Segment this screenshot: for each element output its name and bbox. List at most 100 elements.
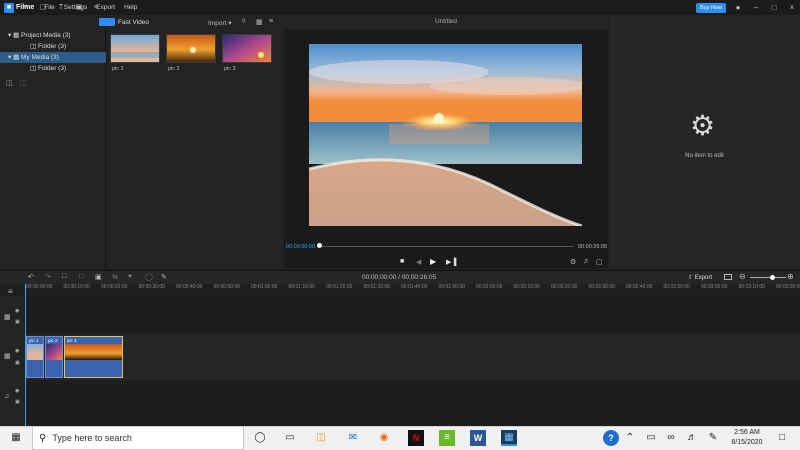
- export-button[interactable]: ⇧ Export: [688, 274, 712, 281]
- track-header: [0, 381, 24, 426]
- media-thumbnail[interactable]: [222, 34, 272, 63]
- text-tab-icon[interactable]: T: [56, 3, 66, 13]
- speed-icon[interactable]: ◯: [145, 273, 153, 281]
- zoom-slider[interactable]: [750, 277, 786, 278]
- wifi-icon[interactable]: ∞: [663, 430, 679, 446]
- ruler-tick-label: 00:03:10:00: [738, 284, 765, 290]
- import-dropdown[interactable]: Import ▾: [208, 19, 232, 27]
- task-view-icon[interactable]: ▭: [282, 430, 298, 446]
- fast-video-button[interactable]: Fast Video: [99, 18, 149, 26]
- visibility-icon[interactable]: ◉: [15, 308, 19, 314]
- buy-now-button[interactable]: Buy Now: [696, 3, 726, 13]
- play-icon[interactable]: ▶: [430, 257, 436, 266]
- firefox-icon[interactable]: ◉: [376, 430, 392, 446]
- notification-icon[interactable]: □: [774, 430, 790, 446]
- paste-icon[interactable]: □: [79, 273, 83, 280]
- chevron-down-icon: ▾: [228, 20, 232, 27]
- zoom-out-icon[interactable]: ⊖: [739, 272, 746, 281]
- pen-workspace-icon[interactable]: ✎: [705, 430, 721, 446]
- menu-help[interactable]: Help: [124, 4, 137, 11]
- media-thumbnail[interactable]: [166, 34, 216, 63]
- pen-icon[interactable]: ✎: [161, 273, 167, 281]
- music-tab-icon[interactable]: ≡: [91, 3, 101, 13]
- tree-item-folder[interactable]: ◫ Folder (3): [0, 63, 106, 74]
- filme-taskbar-icon[interactable]: ▦: [501, 430, 517, 446]
- tree-item-project-media[interactable]: ▾ ▦ Project Media (3): [0, 30, 106, 41]
- word-icon[interactable]: W: [470, 430, 486, 446]
- aspect-ratio-icon[interactable]: [724, 274, 732, 280]
- add-folder-icon[interactable]: ◫: [6, 79, 13, 87]
- battery-icon[interactable]: ▭: [643, 430, 659, 446]
- volume-icon[interactable]: ♬: [583, 258, 590, 265]
- layers-icon[interactable]: ◊: [242, 18, 245, 25]
- orange-sunset-thumbnail: [167, 35, 215, 62]
- media-thumbnail[interactable]: [110, 34, 160, 63]
- ruler-tick-label: 00:02:30:00: [588, 284, 615, 290]
- delete-folder-icon[interactable]: ◫: [20, 79, 27, 87]
- notes-app-icon[interactable]: ≡: [439, 430, 455, 446]
- taskbar-search-box[interactable]: ⚲ Type here to search: [32, 426, 244, 450]
- next-frame-icon[interactable]: ▶▐: [446, 258, 456, 266]
- lock-icon[interactable]: ▣: [15, 319, 20, 325]
- ruler-tick-label: 00:02:50:00: [663, 284, 690, 290]
- delete-icon[interactable]: ▣: [95, 273, 102, 281]
- undo-icon[interactable]: ↶: [28, 273, 34, 281]
- playhead[interactable]: [25, 284, 26, 426]
- track-menu-icon[interactable]: ≡: [8, 287, 13, 296]
- transitions-tab-icon[interactable]: ▢: [38, 3, 48, 13]
- audio-volume-icon[interactable]: ◉: [15, 388, 19, 394]
- prev-frame-icon[interactable]: ◀: [416, 258, 421, 266]
- ruler-tick-label: 00:00:40:00: [176, 284, 203, 290]
- ruler-tick-label: 00:00:10:00: [63, 284, 90, 290]
- lock-icon[interactable]: ▣: [15, 360, 20, 366]
- settings-icon[interactable]: ⚙: [570, 258, 576, 266]
- timeline-clip[interactable]: pic 2: [45, 336, 63, 378]
- zoom-in-icon[interactable]: ⊕: [787, 272, 794, 281]
- effects-tab-icon[interactable]: ✦: [20, 3, 30, 13]
- clock-date: 8/15/2020: [731, 439, 763, 446]
- ruler-tick-label: 00:01:50:00: [438, 284, 465, 290]
- zoom-slider-handle[interactable]: [770, 275, 775, 280]
- media-tab-icon[interactable]: ■: [4, 3, 14, 13]
- grid-view-icon[interactable]: ▦: [256, 18, 263, 26]
- timeline-clip[interactable]: pic 1: [26, 336, 44, 378]
- close-icon[interactable]: ×: [785, 2, 799, 13]
- redo-icon[interactable]: ↷: [45, 273, 51, 281]
- start-windows-icon[interactable]: ▦: [8, 430, 24, 446]
- ruler-tick-label: 00:00:00:00: [26, 284, 53, 290]
- music-note-icon: ♫: [4, 393, 10, 400]
- chevron-up-icon[interactable]: ⌃: [622, 430, 638, 446]
- split-icon[interactable]: ⇆: [112, 273, 118, 281]
- scrubber-handle[interactable]: [317, 243, 322, 248]
- cortana-icon[interactable]: ◯: [252, 430, 268, 446]
- search-placeholder: Type here to search: [52, 433, 132, 443]
- account-icon[interactable]: ●: [731, 2, 745, 13]
- help-icon[interactable]: ?: [603, 430, 619, 446]
- speaker-icon[interactable]: ♬: [684, 430, 700, 446]
- maximize-icon[interactable]: □: [767, 2, 781, 13]
- file-explorer-icon[interactable]: ◫: [313, 430, 329, 446]
- netflix-icon[interactable]: N: [408, 430, 424, 446]
- overlay-track[interactable]: [0, 296, 800, 333]
- mail-icon[interactable]: ✉: [345, 430, 361, 446]
- clock-time: 2:56 AM: [734, 429, 760, 436]
- audio-track[interactable]: [0, 381, 800, 426]
- tree-item-my-media[interactable]: ▾ ▦ My Media (3): [0, 52, 106, 63]
- system-clock[interactable]: 2:56 AM 8/15/2020: [728, 428, 766, 448]
- timeline-clip-selected[interactable]: pic 3: [64, 336, 123, 378]
- media-label: pic 3: [224, 66, 236, 72]
- current-time: 00:00:00:00: [286, 244, 316, 250]
- lock-icon[interactable]: ▣: [15, 399, 20, 405]
- sort-icon[interactable]: ≡: [269, 18, 273, 25]
- expand-arrow-icon: ▾ ▦: [8, 54, 22, 61]
- minimize-icon[interactable]: –: [749, 2, 763, 13]
- tree-item-folder[interactable]: ◫ Folder (3): [0, 41, 106, 52]
- fullscreen-icon[interactable]: ▢: [596, 258, 603, 266]
- copy-icon[interactable]: □: [62, 273, 66, 280]
- elements-tab-icon[interactable]: ▣: [74, 3, 84, 13]
- preview-scrubber[interactable]: [318, 246, 574, 247]
- crop-icon[interactable]: ⌖: [128, 273, 132, 281]
- visibility-icon[interactable]: ◉: [15, 348, 19, 354]
- ruler-tick-label: 00:03:00:00: [701, 284, 728, 290]
- stop-icon[interactable]: ■: [400, 258, 404, 265]
